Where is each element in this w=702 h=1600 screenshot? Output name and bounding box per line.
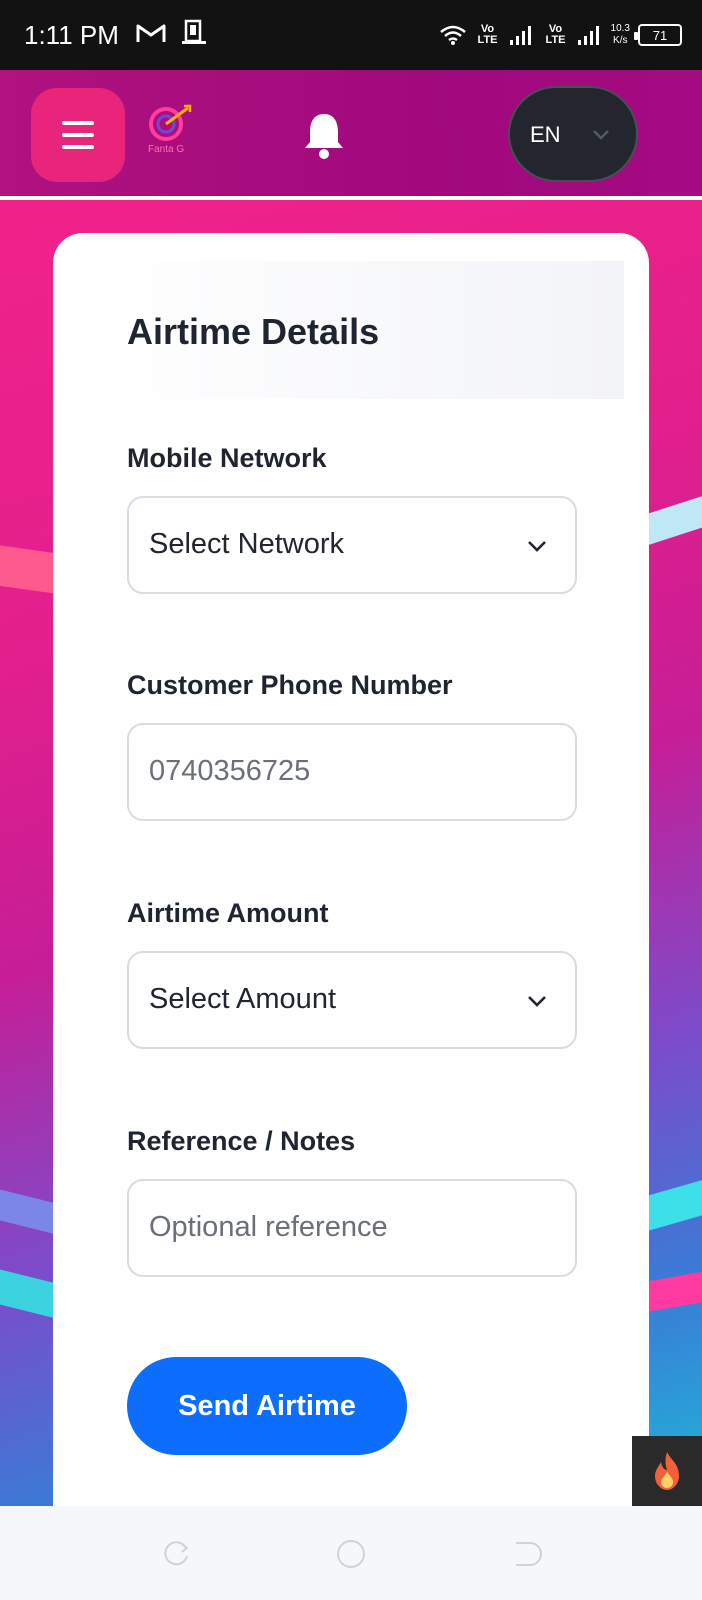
- app-header: Fanta G EN: [0, 70, 702, 198]
- reference-label: Reference / Notes: [127, 1126, 356, 1156]
- network-label: Mobile Network: [127, 443, 327, 473]
- menu-button[interactable]: [31, 88, 125, 182]
- chevron-down-icon: [528, 996, 546, 1007]
- signal-icon: [577, 26, 599, 45]
- hamburger-icon: [62, 145, 94, 149]
- network-select[interactable]: Select Network: [127, 496, 577, 594]
- chevron-down-icon: [528, 541, 546, 552]
- system-nav-bar: [0, 1506, 702, 1600]
- network-speed: 10.3 K/s: [611, 23, 630, 47]
- logo-text: Fanta G: [148, 144, 185, 155]
- volte-label-2: Vo LTE: [545, 23, 566, 46]
- speed-value: 10.3: [610, 23, 630, 34]
- speed-unit: K/s: [613, 35, 628, 46]
- floating-action-button[interactable]: [632, 1436, 702, 1506]
- reference-placeholder: Optional reference: [149, 1211, 388, 1243]
- battery-icon: 71: [634, 24, 682, 46]
- back-icon[interactable]: [510, 1538, 542, 1570]
- status-time: 1:11 PM: [24, 20, 119, 50]
- volte-label-1: Vo LTE: [477, 23, 498, 46]
- amount-label: Airtime Amount: [127, 898, 329, 928]
- flame-icon: [655, 1452, 679, 1490]
- page-title: Airtime Details: [127, 311, 380, 352]
- reference-input[interactable]: Optional reference: [127, 1179, 577, 1277]
- sim-icon: [182, 19, 206, 44]
- chevron-down-icon: [593, 130, 609, 140]
- wifi-icon: [439, 25, 466, 45]
- signal-icon: [509, 26, 531, 45]
- bell-icon[interactable]: [300, 110, 348, 160]
- phone-label: Customer Phone Number: [127, 670, 453, 700]
- hamburger-icon: [62, 121, 94, 125]
- phone-input[interactable]: 0740356725: [127, 723, 577, 821]
- hamburger-icon: [62, 133, 94, 137]
- battery-level: 71: [652, 27, 668, 43]
- phone-input-value: 0740356725: [149, 755, 311, 787]
- amount-select[interactable]: Select Amount: [127, 951, 577, 1049]
- airtime-form-card: Airtime Details Mobile Network Select Ne…: [53, 233, 649, 1523]
- gmail-icon: [136, 24, 166, 42]
- network-select-value: Select Network: [149, 528, 345, 560]
- home-icon[interactable]: [335, 1538, 367, 1570]
- language-label: EN: [530, 122, 561, 147]
- send-airtime-button[interactable]: Send Airtime: [127, 1357, 407, 1455]
- language-selector[interactable]: EN: [508, 86, 638, 182]
- card-header: Airtime Details: [82, 261, 624, 399]
- amount-select-value: Select Amount: [149, 983, 336, 1015]
- status-right: Vo LTE Vo LTE 10.3 K/s 71: [439, 16, 682, 54]
- status-bar: 1:11 PM Vo LTE Vo LTE 10.3 K/s 71: [0, 0, 702, 70]
- recent-apps-icon[interactable]: [160, 1538, 192, 1570]
